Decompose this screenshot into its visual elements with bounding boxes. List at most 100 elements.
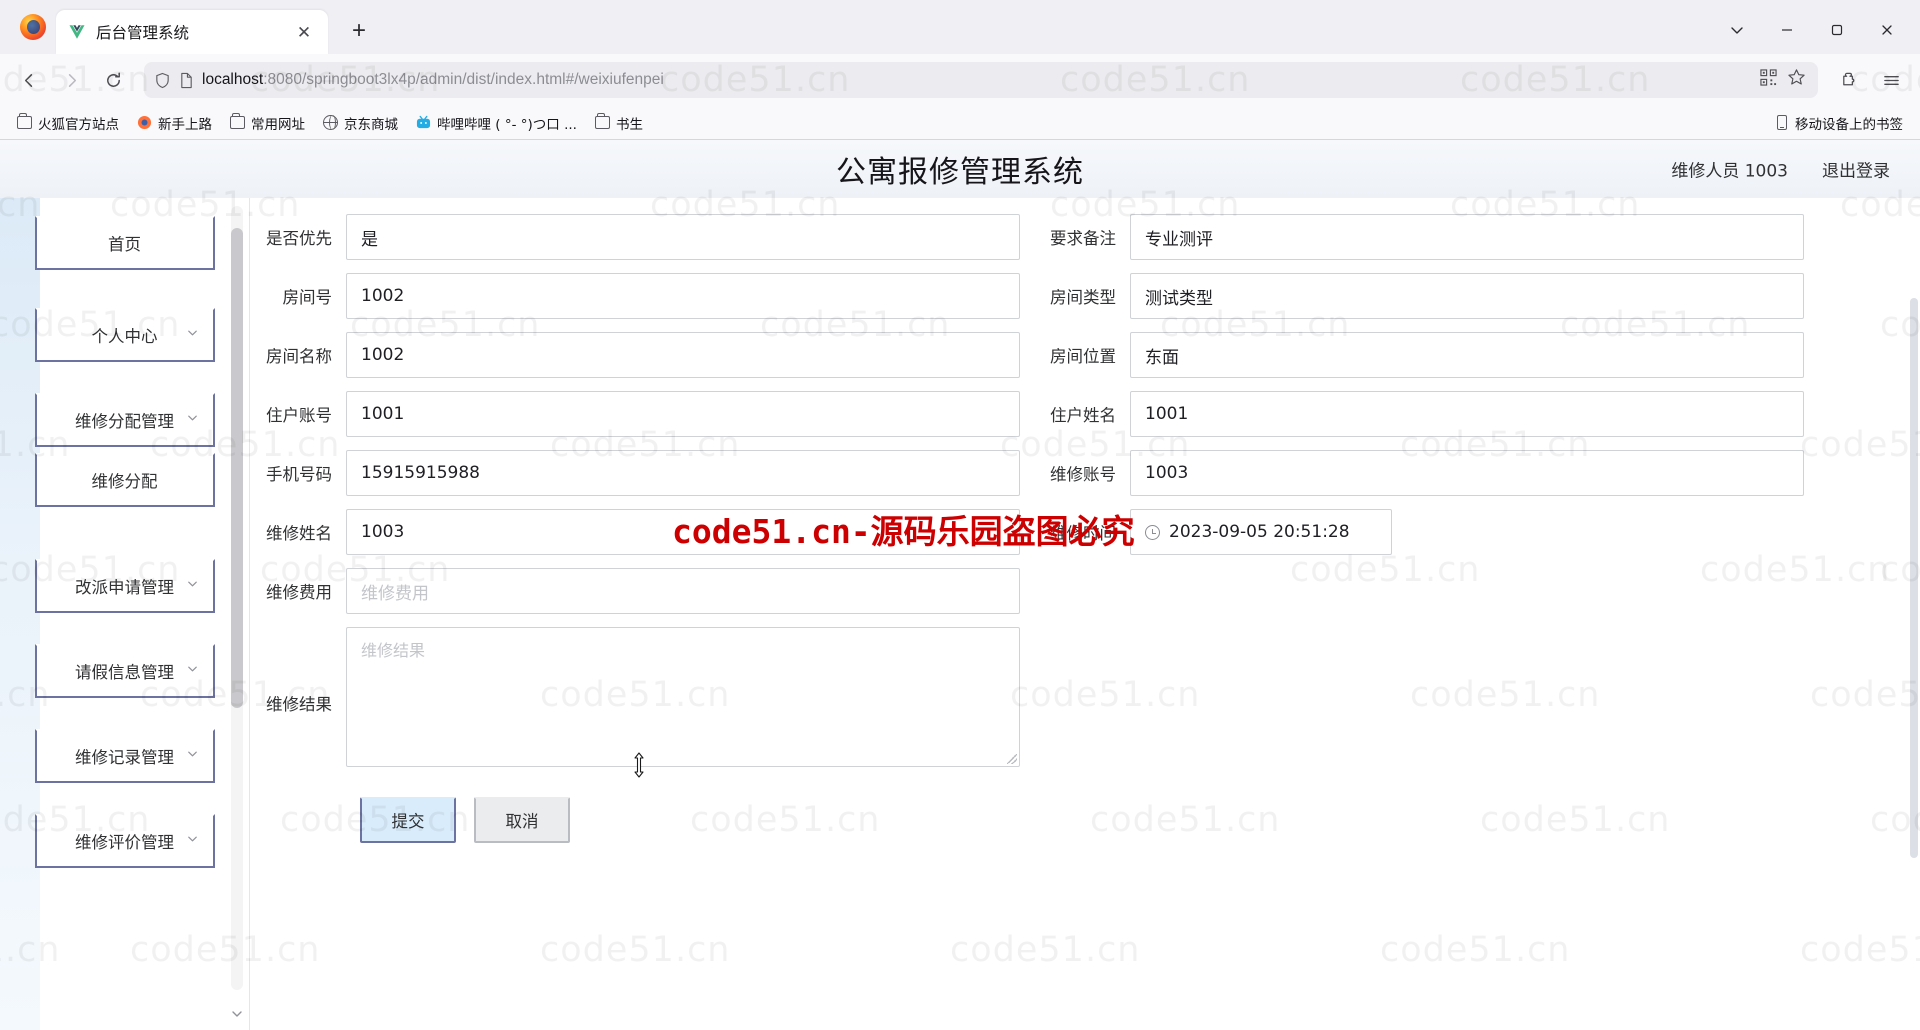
- bookmark-label: 常用网址: [251, 116, 305, 133]
- form-row: 维修姓名 1003 维修时间 2023-09-05 20:51:28: [250, 509, 1920, 555]
- sidebar-item-leave-info-management[interactable]: 请假信息管理: [34, 644, 215, 698]
- form-row: 房间名称 1002 房间位置 东面: [250, 332, 1920, 378]
- room-name-input[interactable]: 1002: [346, 332, 1020, 378]
- mobile-bookmarks-label: 移动设备上的书签: [1795, 116, 1903, 133]
- sidebar-item-repair-assignment-management[interactable]: 维修分配管理: [34, 393, 215, 447]
- maximize-button[interactable]: [1814, 12, 1860, 48]
- cancel-button[interactable]: 取消: [474, 797, 570, 843]
- browser-tab[interactable]: 后台管理系统 ✕: [56, 10, 328, 54]
- repair-fee-input[interactable]: 维修费用: [346, 568, 1020, 614]
- qr-code-icon[interactable]: [1760, 69, 1777, 91]
- globe-icon: [323, 115, 338, 130]
- back-icon[interactable]: [10, 61, 48, 99]
- bilibili-icon: [416, 115, 431, 130]
- submit-button[interactable]: 提交: [360, 797, 456, 843]
- bookmark-label: 新手上路: [158, 116, 212, 133]
- bookmark-label: 书生: [615, 116, 643, 133]
- field-label: 要求备注: [1050, 229, 1116, 248]
- form-row: 维修费用 维修费用: [250, 568, 1920, 614]
- sidebar-item-label: 改派申请管理: [75, 578, 174, 597]
- bookmark-item[interactable]: 书生: [588, 110, 650, 136]
- chevron-down-icon: [186, 748, 199, 765]
- bookmark-label: 京东商城: [344, 116, 398, 133]
- sidebar-item-repair-assignment[interactable]: 维修分配: [34, 453, 215, 507]
- logout-link[interactable]: 退出登录: [1822, 157, 1890, 182]
- shield-icon: [154, 72, 171, 89]
- tab-strip: 后台管理系统 ✕ +: [0, 0, 1920, 54]
- bookmark-item[interactable]: 新手上路: [130, 110, 219, 136]
- sidebar-item-label: 首页: [108, 235, 141, 254]
- field-label: 维修姓名: [266, 524, 332, 543]
- sidebar-scrollbar-thumb[interactable]: [231, 228, 243, 708]
- form-row: 是否优先 是 要求备注 专业测评: [250, 214, 1920, 260]
- field-label: 住户账号: [266, 406, 332, 425]
- folder-icon: [230, 113, 245, 130]
- sidebar-item-home[interactable]: 首页: [34, 216, 215, 270]
- minimize-button[interactable]: [1764, 12, 1810, 48]
- form-row: 维修结果 维修结果: [250, 627, 1920, 767]
- room-location-input[interactable]: 东面: [1130, 332, 1804, 378]
- field-label: 房间名称: [266, 347, 332, 366]
- field-room-location: 房间位置 东面: [1034, 332, 1804, 378]
- field-label: 房间号: [282, 288, 333, 307]
- resize-grip-icon[interactable]: [1007, 754, 1017, 764]
- app-menu-icon[interactable]: [1872, 61, 1910, 99]
- sidebar-item-personal-center[interactable]: 个人中心: [34, 308, 215, 362]
- bookmark-item[interactable]: 火狐官方站点: [10, 110, 126, 136]
- page-file-icon: [179, 72, 194, 89]
- scroll-down-icon[interactable]: [229, 1006, 245, 1022]
- tab-list-chevron-down-icon[interactable]: [1714, 12, 1760, 48]
- bookmark-star-icon[interactable]: [1787, 68, 1806, 92]
- close-icon[interactable]: ✕: [292, 20, 316, 44]
- chevron-down-icon: [186, 663, 199, 680]
- repair-time-value: 2023-09-05 20:51:28: [1169, 522, 1350, 542]
- vue-icon: [68, 23, 86, 41]
- firefox-icon: [137, 115, 152, 130]
- field-room-type: 房间类型 测试类型: [1034, 273, 1804, 319]
- sidebar: 首页 个人中心 维修分配管理 维修分配 改派申请管理 请假信息管理 维修记录管理…: [0, 198, 250, 1030]
- sidebar-item-repair-review-management[interactable]: 维修评价管理: [34, 814, 215, 868]
- bookmark-item[interactable]: 哔哩哔哩 ( °- °)つ口 ...: [409, 110, 584, 136]
- sidebar-item-repair-record-management[interactable]: 维修记录管理: [34, 729, 215, 783]
- chevron-down-icon: [186, 833, 199, 850]
- bookmark-item[interactable]: 常用网址: [223, 110, 312, 136]
- is-priority-input[interactable]: 是: [346, 214, 1020, 260]
- form-row: 手机号码 15915915988 维修账号 1003: [250, 450, 1920, 496]
- repair-result-textarea[interactable]: 维修结果: [346, 627, 1020, 767]
- requirement-remark-input[interactable]: 专业测评: [1130, 214, 1804, 260]
- field-label: 房间类型: [1050, 288, 1116, 307]
- form-row: 住户账号 1001 住户姓名 1001: [250, 391, 1920, 437]
- room-number-input[interactable]: 1002: [346, 273, 1020, 319]
- field-resident-account: 住户账号 1001: [250, 391, 1020, 437]
- url-host: localhost: [202, 71, 264, 88]
- reload-icon[interactable]: [94, 61, 132, 99]
- new-tab-button[interactable]: +: [342, 14, 376, 48]
- address-bar[interactable]: localhost:8080/springboot3lx4p/admin/dis…: [144, 62, 1818, 98]
- header-user-area: 维修人员 1003 退出登录: [1671, 157, 1890, 182]
- sidebar-item-label: 维修分配: [91, 472, 158, 491]
- repair-name-input[interactable]: 1003: [346, 509, 1020, 555]
- app-header: 公寓报修管理系统 维修人员 1003 退出登录: [0, 140, 1920, 198]
- repair-account-input[interactable]: 1003: [1130, 450, 1804, 496]
- mobile-bookmarks-item[interactable]: 移动设备上的书签: [1767, 110, 1910, 136]
- close-window-button[interactable]: [1864, 12, 1910, 48]
- bookmark-item[interactable]: 京东商城: [316, 110, 405, 136]
- field-label: 维修时间: [1050, 524, 1116, 543]
- room-type-input[interactable]: 测试类型: [1130, 273, 1804, 319]
- resident-name-input[interactable]: 1001: [1130, 391, 1804, 437]
- phone-number-input[interactable]: 15915915988: [346, 450, 1020, 496]
- form-actions: 提交 取消: [250, 797, 1920, 843]
- content-scrollbar-thumb[interactable]: [1910, 298, 1918, 858]
- field-repair-result: 维修结果 维修结果: [250, 627, 1020, 767]
- application-viewport: 公寓报修管理系统 维修人员 1003 退出登录 首页 个人中心 维修分配管理 维…: [0, 140, 1920, 1030]
- field-resident-name: 住户姓名 1001: [1034, 391, 1804, 437]
- sidebar-item-reassign-application-management[interactable]: 改派申请管理: [34, 559, 215, 613]
- form-row: 房间号 1002 房间类型 测试类型: [250, 273, 1920, 319]
- resident-account-input[interactable]: 1001: [346, 391, 1020, 437]
- field-label: 维修账号: [1050, 465, 1116, 484]
- repair-time-input[interactable]: 2023-09-05 20:51:28: [1130, 509, 1392, 555]
- extensions-icon[interactable]: [1830, 61, 1868, 99]
- chevron-down-icon: [186, 327, 199, 344]
- url-path: :8080/springboot3lx4p/admin/dist/index.h…: [263, 71, 664, 88]
- repair-assignment-form: 是否优先 是 要求备注 专业测评 房间号 1002 房间类型 测试类型 房间名称…: [250, 198, 1920, 1030]
